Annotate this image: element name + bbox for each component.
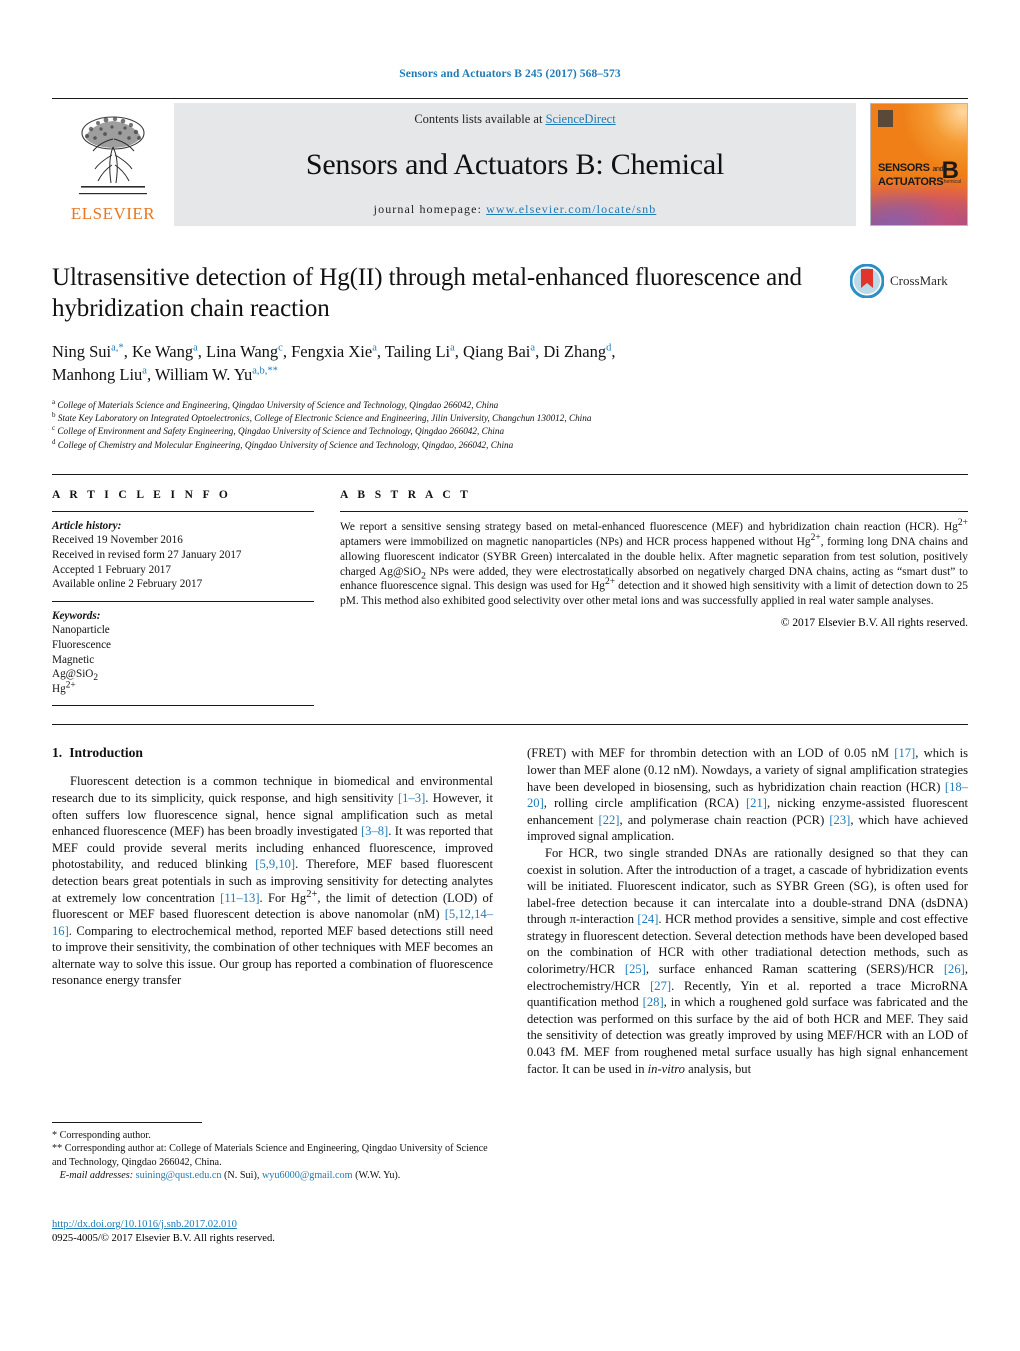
affiliation-text: State Key Laboratory on Integrated Optoe… bbox=[57, 413, 592, 424]
body-region: 1. Introduction Fluorescent detection is … bbox=[52, 724, 968, 1077]
footnote-rule bbox=[52, 1122, 202, 1123]
affiliation-mark: b bbox=[52, 411, 56, 420]
history-item: Received in revised form 27 January 2017 bbox=[52, 549, 242, 561]
email-owner-1: (N. Sui), bbox=[224, 1170, 260, 1182]
keyword-item: Fluorescence bbox=[52, 638, 112, 651]
history-item: Accepted 1 February 2017 bbox=[52, 563, 171, 576]
article-info-column: A R T I C L E I N F O Article history: R… bbox=[52, 489, 314, 707]
footnote-emails: E-mail addresses: suining@qust.edu.cn (N… bbox=[52, 1169, 502, 1182]
info-abstract-region: A R T I C L E I N F O Article history: R… bbox=[52, 473, 968, 707]
abstract-copyright: © 2017 Elsevier B.V. All rights reserved… bbox=[780, 617, 968, 630]
section-heading-introduction: 1. Introduction bbox=[52, 745, 493, 761]
journal-title: Sensors and Actuators B: Chemical bbox=[305, 147, 725, 181]
keywords-group: Keywords: Nanoparticle Fluorescence Magn… bbox=[52, 602, 314, 706]
article-info-heading: A R T I C L E I N F O bbox=[52, 488, 232, 501]
keywords-label: Keywords: bbox=[52, 609, 101, 622]
keyword-item: Magnetic bbox=[52, 653, 95, 666]
homepage-prefix: journal homepage: bbox=[373, 202, 487, 216]
keyword-item: Nanoparticle bbox=[52, 624, 110, 637]
contents-line: Contents lists available at ScienceDirec… bbox=[414, 112, 615, 127]
abstract-body: We report a sensitive sensing strategy b… bbox=[340, 518, 968, 608]
footnote-block: * Corresponding author. ** Corresponding… bbox=[52, 1122, 502, 1183]
footnote-corresponding-2: ** Corresponding author at: College of M… bbox=[52, 1143, 488, 1168]
affiliation-item: c College of Environment and Safety Engi… bbox=[52, 425, 968, 438]
issn-copyright-line: 0925-4005/© 2017 Elsevier B.V. All right… bbox=[52, 1233, 275, 1244]
sciencedirect-link[interactable]: ScienceDirect bbox=[546, 112, 616, 126]
elsevier-logo: ELSEVIER bbox=[52, 103, 174, 226]
affiliation-item: a College of Materials Science and Engin… bbox=[52, 397, 968, 412]
crossmark-icon bbox=[850, 264, 884, 298]
abstract-column: A B S T R A C T We report a sensitive se… bbox=[340, 489, 968, 707]
journal-homepage-link[interactable]: www.elsevier.com/locate/snb bbox=[486, 202, 656, 216]
elsevier-tree-icon bbox=[79, 116, 147, 195]
running-head: Sensors and Actuators B 245 (2017) 568–5… bbox=[399, 68, 621, 80]
affiliation-text: College of Environment and Safety Engine… bbox=[57, 426, 505, 437]
body-column-left: 1. Introduction Fluorescent detection is … bbox=[52, 745, 493, 1077]
author-line-2: Manhong Liua, William W. Yua,b,** bbox=[52, 365, 278, 384]
page-title: Ultrasensitive detection of Hg(II) throu… bbox=[52, 264, 802, 322]
section-number: 1. bbox=[52, 745, 63, 761]
affiliation-mark: a bbox=[52, 397, 56, 406]
article-history-group: Article history: Received 19 November 20… bbox=[52, 512, 314, 601]
section-title: Introduction bbox=[69, 745, 143, 761]
crossmark-badge[interactable]: CrossMark bbox=[850, 264, 968, 298]
keyword-item: Ag@SiO2 bbox=[52, 668, 99, 684]
journal-masthead: ELSEVIER Contents lists available at Sci… bbox=[52, 98, 968, 226]
paper-page: Sensors and Actuators B 245 (2017) 568–5… bbox=[0, 0, 1020, 1351]
affiliation-item: b State Key Laboratory on Integrated Opt… bbox=[52, 412, 968, 425]
email-owner-2: (W.W. Yu). bbox=[355, 1170, 401, 1182]
article-info-rule-bottom bbox=[52, 705, 314, 707]
affiliation-list: a College of Materials Science and Engin… bbox=[52, 397, 968, 452]
doi-link[interactable]: http://dx.doi.org/10.1016/j.snb.2017.02.… bbox=[52, 1219, 237, 1230]
crossmark-label: CrossMark bbox=[890, 273, 948, 288]
doi-block: http://dx.doi.org/10.1016/j.snb.2017.02.… bbox=[52, 1218, 512, 1246]
footnote-corresponding-1: * Corresponding author. bbox=[52, 1130, 151, 1141]
affiliation-mark: d bbox=[52, 437, 56, 446]
author-line-1: Ning Suia,*, Ke Wanga, Lina Wangc, Fengx… bbox=[52, 342, 616, 361]
intro-paragraph-2: For HCR, two single stranded DNAs are ra… bbox=[527, 845, 969, 1076]
cover-elsevier-icon bbox=[878, 110, 893, 127]
masthead-center: Contents lists available at ScienceDirec… bbox=[174, 103, 856, 226]
affiliation-text: College of Chemistry and Molecular Engin… bbox=[57, 439, 514, 450]
history-item: Received 19 November 2016 bbox=[52, 534, 183, 547]
author-list: Ning Suia,*, Ke Wanga, Lina Wangc, Fengx… bbox=[52, 340, 842, 386]
journal-cover-thumbnail: SENSORS and ACTUATORS B Chemical bbox=[870, 103, 968, 226]
title-block: CrossMark Ultrasensitive detection of Hg… bbox=[52, 262, 968, 452]
contents-prefix: Contents lists available at bbox=[414, 112, 546, 126]
affiliation-text: College of Materials Science and Enginee… bbox=[57, 400, 499, 410]
cover-series-sub: Chemical bbox=[940, 179, 961, 186]
affiliation-item: d College of Chemistry and Molecular Eng… bbox=[52, 437, 968, 452]
email-label: E-mail addresses: bbox=[59, 1170, 134, 1182]
intro-paragraph-1-continued: (FRET) with MEF for thrombin detection w… bbox=[527, 746, 968, 844]
abstract-heading: A B S T R A C T bbox=[340, 488, 472, 501]
elsevier-wordmark: ELSEVIER bbox=[70, 204, 156, 223]
email-link-2[interactable]: wyu6000@gmail.com bbox=[262, 1170, 353, 1181]
affiliation-mark: c bbox=[52, 424, 56, 433]
keyword-item: Hg2+ bbox=[52, 680, 76, 695]
history-item: Available online 2 February 2017 bbox=[52, 578, 203, 591]
body-column-right: (FRET) with MEF for thrombin detection w… bbox=[527, 745, 968, 1077]
cover-line2: ACTUATORS bbox=[878, 176, 944, 189]
article-history-label: Article history: bbox=[52, 519, 122, 532]
intro-paragraph-1: Fluorescent detection is a common techni… bbox=[52, 774, 493, 988]
email-link-1[interactable]: suining@qust.edu.cn bbox=[136, 1170, 222, 1181]
cover-line1: SENSORS bbox=[878, 162, 930, 175]
journal-homepage-line: journal homepage: www.elsevier.com/locat… bbox=[374, 202, 657, 217]
cover-title-text: SENSORS and ACTUATORS bbox=[878, 162, 944, 189]
